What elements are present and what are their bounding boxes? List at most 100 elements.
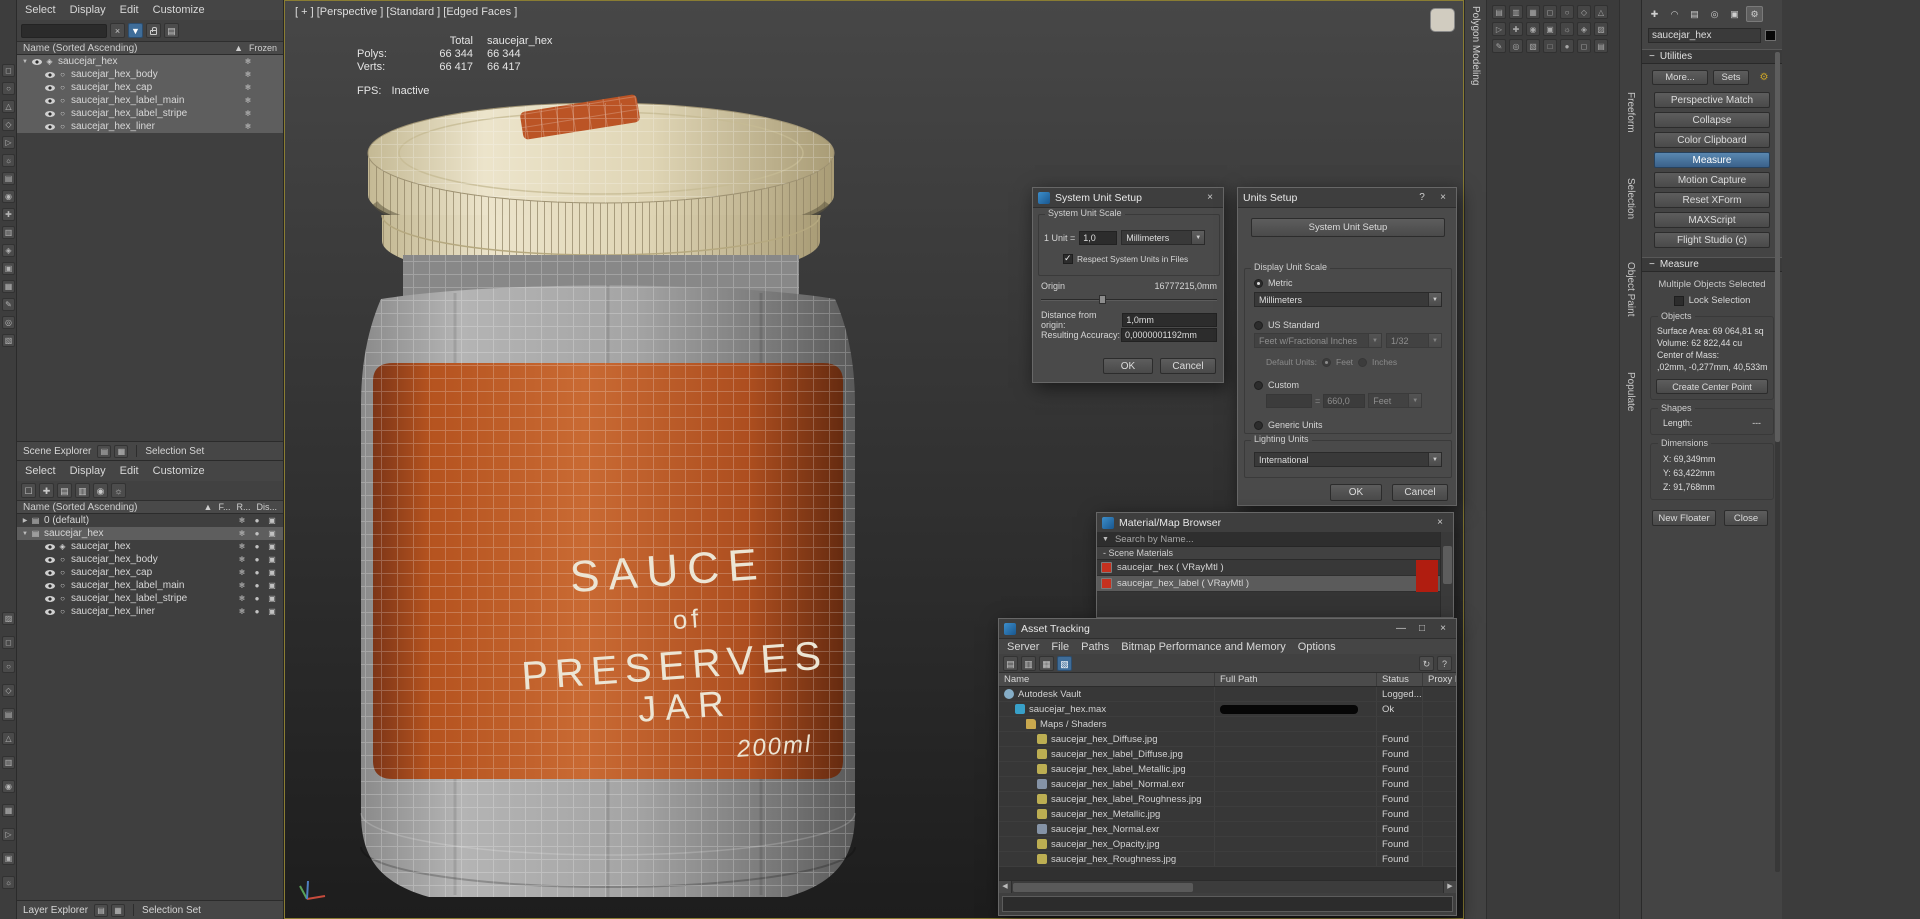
state-icon[interactable]: ●	[252, 607, 262, 616]
sets-button[interactable]: Sets	[1713, 70, 1749, 85]
object-color-swatch[interactable]	[1765, 30, 1776, 41]
ribbon-tool-icon[interactable]: ◉	[1526, 22, 1540, 36]
more-utilities-button[interactable]: More...	[1652, 70, 1708, 85]
slider-thumb[interactable]	[1099, 295, 1106, 304]
menu-paths[interactable]: Paths	[1081, 641, 1109, 653]
ribbon-tool-icon[interactable]: ▣	[1543, 22, 1557, 36]
generic-units-radio[interactable]	[1254, 420, 1263, 430]
accuracy-input[interactable]: 0,0000001192mm	[1121, 328, 1217, 342]
utility-button-measure[interactable]: Measure	[1654, 152, 1770, 168]
feet-radio[interactable]	[1322, 357, 1332, 367]
command-panel-scrollbar[interactable]	[1775, 52, 1780, 872]
ribbon-tab-polygon-modeling[interactable]: Polygon Modeling	[1470, 6, 1481, 86]
asset-row-saucejar-hex-diffuse-jpg[interactable]: saucejar_hex_Diffuse.jpg Found	[999, 732, 1456, 747]
filter-funnel-icon[interactable]: ▼	[128, 23, 143, 38]
inches-radio[interactable]	[1358, 357, 1368, 367]
lock-selection-checkbox[interactable]	[1673, 295, 1684, 306]
state-icon[interactable]: ▣	[267, 516, 277, 525]
close-icon[interactable]: ×	[1202, 192, 1218, 203]
chevron-down-icon[interactable]: ▼	[1408, 394, 1422, 407]
explorer-footer-icon[interactable]: ▦	[111, 903, 126, 917]
asset-row-saucejar-hex-opacity-jpg[interactable]: saucejar_hex_Opacity.jpg Found	[999, 837, 1456, 852]
asset-row-saucejar-hex-max[interactable]: saucejar_hex.max Ok	[999, 702, 1456, 717]
modify-panel-tab-icon[interactable]: ◠	[1666, 6, 1683, 22]
asset-toolbar-icon[interactable]: ▥	[1021, 655, 1036, 671]
system-unit-setup-button[interactable]: System Unit Setup	[1251, 218, 1445, 237]
dock-tool-icon[interactable]: ☼	[2, 154, 15, 167]
state-icon[interactable]: ▣	[267, 542, 277, 551]
lock-selection-row[interactable]: Lock Selection	[1642, 291, 1782, 308]
ribbon-tool-icon[interactable]: ◻	[1577, 39, 1591, 53]
dock-tool-icon[interactable]: ▣	[2, 262, 15, 275]
menu-customize[interactable]: Customize	[153, 465, 205, 477]
dock-tool-icon[interactable]: ◈	[2, 244, 15, 257]
scroll-left-icon[interactable]: ◀	[999, 881, 1012, 893]
tree-row-saucejar-hex[interactable]: ◈ saucejar_hex ❄ ● ▣	[17, 540, 283, 553]
dialog-titlebar[interactable]: Asset Tracking — □ ×	[999, 619, 1456, 639]
horizontal-scrollbar[interactable]: ◀ ▶	[999, 880, 1456, 893]
asset-toolbar-icon[interactable]: ▦	[1039, 655, 1054, 671]
viewcube[interactable]	[1431, 9, 1454, 31]
state-icon[interactable]: ▣	[267, 529, 277, 538]
menu-options[interactable]: Options	[1298, 641, 1336, 653]
us-standard-radio[interactable]	[1254, 320, 1263, 330]
ribbon-tab-freeform[interactable]: Freeform	[1625, 92, 1636, 133]
unit-value-input[interactable]: 1,0	[1079, 230, 1118, 245]
dock-tool-icon[interactable]: ✎	[2, 298, 15, 311]
cancel-button[interactable]: Cancel	[1392, 484, 1448, 501]
menu-customize[interactable]: Customize	[153, 4, 205, 16]
tree-row-saucejar-hex[interactable]: ▼ ▤ saucejar_hex ❄ ● ▣	[17, 527, 283, 540]
minimize-icon[interactable]: —	[1393, 623, 1409, 634]
unit-type-dropdown[interactable]: Millimeters ▼	[1121, 230, 1206, 245]
ribbon-tool-icon[interactable]: □	[1543, 39, 1557, 53]
visibility-eye-icon[interactable]	[45, 582, 55, 589]
tree-row-saucejar-hex-label-main[interactable]: ○ saucejar_hex_label_main ❄	[17, 94, 283, 107]
dock-tool-icon[interactable]: △	[2, 100, 15, 113]
cancel-button[interactable]: Cancel	[1160, 358, 1216, 374]
custom-unit-dropdown[interactable]: Feet ▼	[1368, 393, 1423, 408]
close-icon[interactable]: ×	[1432, 517, 1448, 528]
layer-toolbar-icon[interactable]: ◉	[93, 483, 108, 498]
ribbon-tab-object-paint[interactable]: Object Paint	[1625, 262, 1636, 316]
ok-button[interactable]: OK	[1330, 484, 1382, 501]
scene-explorer-column-header[interactable]: Name (Sorted Ascending) ▲ Frozen	[17, 42, 283, 55]
state-icon[interactable]: ▣	[267, 555, 277, 564]
metric-radio[interactable]	[1254, 278, 1263, 288]
ribbon-tool-icon[interactable]: ▷	[1492, 22, 1506, 36]
ribbon-tool-icon[interactable]: ☼	[1560, 22, 1574, 36]
dock-tool-icon[interactable]: ▦	[2, 804, 15, 817]
tree-row-saucejar-hex-cap[interactable]: ○ saucejar_hex_cap ❄ ● ▣	[17, 566, 283, 579]
layer-toolbar-icon[interactable]: ▤	[57, 483, 72, 498]
utility-button-maxscript[interactable]: MAXScript	[1654, 212, 1770, 228]
state-icon[interactable]: ▣	[267, 581, 277, 590]
utility-button-motion-capture[interactable]: Motion Capture	[1654, 172, 1770, 188]
ribbon-tool-icon[interactable]: ▤	[1492, 5, 1506, 19]
asset-toolbar-icon[interactable]: ▧	[1057, 655, 1072, 671]
layer-toolbar-icon[interactable]: ☐	[21, 483, 36, 498]
us-fraction-dropdown[interactable]: 1/32 ▼	[1386, 333, 1442, 348]
column-header-proxy-r[interactable]: Proxy R...	[1423, 673, 1456, 686]
state-icon[interactable]: ❄	[237, 594, 247, 603]
asset-row-saucejar-hex-label-roughness-jpg[interactable]: saucejar_hex_label_Roughness.jpg Found	[999, 792, 1456, 807]
asset-row-saucejar-hex-metallic-jpg[interactable]: saucejar_hex_Metallic.jpg Found	[999, 807, 1456, 822]
explorer-footer-icon[interactable]: ▦	[114, 444, 129, 458]
close-icon[interactable]: ×	[1435, 192, 1451, 203]
utility-button-perspective-match[interactable]: Perspective Match	[1654, 92, 1770, 108]
ribbon-tool-icon[interactable]: ▥	[1509, 5, 1523, 19]
utilities-panel-tab-icon[interactable]: ⚙	[1746, 6, 1763, 22]
visibility-eye-icon[interactable]	[32, 58, 42, 65]
state-icon[interactable]: ●	[252, 555, 262, 564]
expand-arrow-icon[interactable]: ▼	[20, 59, 30, 65]
column-header-status[interactable]: Status	[1377, 673, 1423, 686]
respect-units-checkbox[interactable]	[1063, 253, 1073, 264]
name-column-header[interactable]: Name (Sorted Ascending)	[23, 43, 138, 54]
render-column-header[interactable]: R...	[236, 502, 250, 512]
menu-display[interactable]: Display	[70, 4, 106, 16]
dock-tool-icon[interactable]: ▨	[2, 612, 15, 625]
dock-tool-icon[interactable]: ✚	[2, 208, 15, 221]
visibility-eye-icon[interactable]	[45, 97, 55, 104]
ribbon-tool-icon[interactable]: ✚	[1509, 22, 1523, 36]
utilities-config-icon[interactable]: ⚙	[1756, 70, 1772, 85]
material-search-bar[interactable]: ▼ Search by Name...	[1097, 532, 1440, 547]
tree-row-saucejar-hex-label-stripe[interactable]: ○ saucejar_hex_label_stripe ❄	[17, 107, 283, 120]
